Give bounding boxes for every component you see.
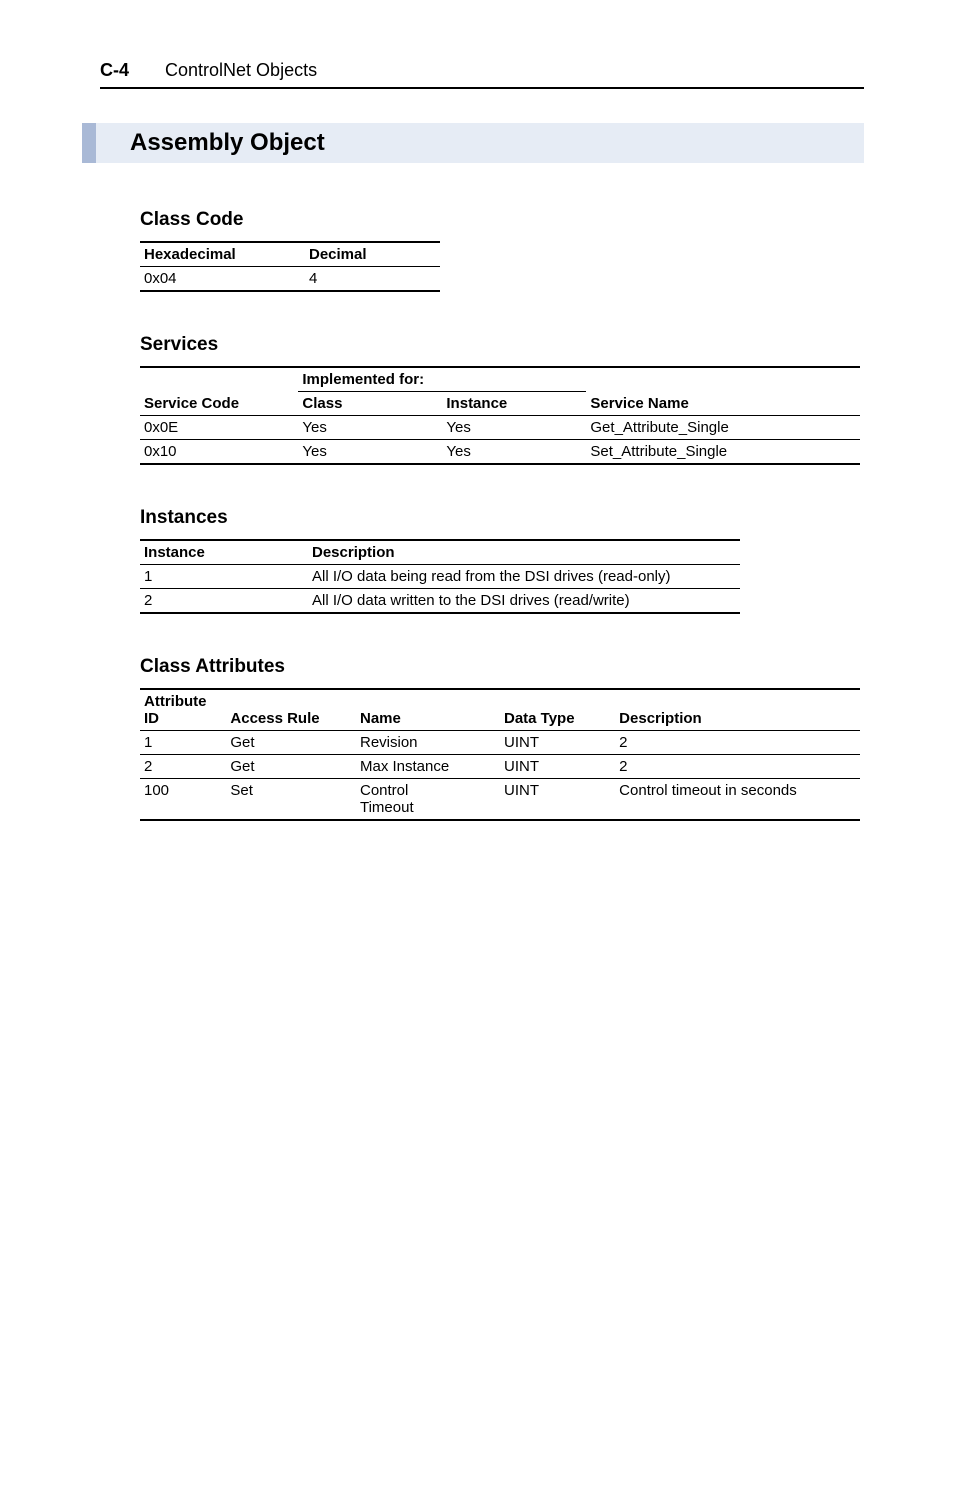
- cell: Control timeout in seconds: [615, 779, 860, 821]
- col-service-name: Service Name: [586, 392, 860, 416]
- col-dec: Decimal: [305, 242, 440, 267]
- cell: 0x0E: [140, 416, 298, 440]
- table-row: 2 All I/O data written to the DSI drives…: [140, 589, 740, 614]
- heading-class-attributes: Class Attributes: [140, 656, 864, 678]
- table-row: Attribute ID Access Rule Name Data Type …: [140, 689, 860, 731]
- col-class: Class: [298, 392, 442, 416]
- cell: All I/O data being read from the DSI dri…: [308, 565, 740, 589]
- cell: 4: [305, 267, 440, 292]
- col-data-type: Data Type: [500, 689, 615, 731]
- cell: Yes: [442, 440, 586, 465]
- cell: Set_Attribute_Single: [586, 440, 860, 465]
- table-row: Implemented for:: [140, 367, 860, 392]
- table-row: 0x10 Yes Yes Set_Attribute_Single: [140, 440, 860, 465]
- cell: Set: [226, 779, 356, 821]
- header-title: ControlNet Objects: [165, 60, 317, 81]
- col-description: Description: [308, 540, 740, 565]
- table-class-attributes: Attribute ID Access Rule Name Data Type …: [140, 688, 860, 821]
- table-row: 100 Set Control Timeout UINT Control tim…: [140, 779, 860, 821]
- cell: Yes: [298, 440, 442, 465]
- table-row: 2 Get Max Instance UINT 2: [140, 755, 860, 779]
- content: Class Code Hexadecimal Decimal 0x04 4 Se…: [140, 209, 864, 821]
- col-name: Name: [356, 689, 500, 731]
- heading-instances: Instances: [140, 507, 864, 529]
- cell: 0x10: [140, 440, 298, 465]
- cell: Yes: [442, 416, 586, 440]
- page-number: C-4: [100, 60, 129, 81]
- cell: UINT: [500, 779, 615, 821]
- table-row: Hexadecimal Decimal: [140, 242, 440, 267]
- cell-empty: [140, 367, 298, 392]
- table-row: Service Code Class Instance Service Name: [140, 392, 860, 416]
- cell: 0x04: [140, 267, 305, 292]
- page: C-4 ControlNet Objects Assembly Object C…: [0, 0, 954, 901]
- col-access-rule: Access Rule: [226, 689, 356, 731]
- col-attribute-id: Attribute ID: [140, 689, 226, 731]
- cell: 1: [140, 565, 308, 589]
- heading-services: Services: [140, 334, 864, 356]
- cell: Get_Attribute_Single: [586, 416, 860, 440]
- text: Control: [360, 782, 408, 799]
- col-description: Description: [615, 689, 860, 731]
- table-row: 0x04 4: [140, 267, 440, 292]
- table-class-code: Hexadecimal Decimal 0x04 4: [140, 241, 440, 292]
- section-title: Assembly Object: [82, 123, 864, 163]
- col-service-code: Service Code: [140, 392, 298, 416]
- cell: 2: [615, 755, 860, 779]
- cell: Get: [226, 755, 356, 779]
- cell: Revision: [356, 731, 500, 755]
- text: Timeout: [360, 799, 414, 816]
- cell: Max Instance: [356, 755, 500, 779]
- cell: 2: [140, 755, 226, 779]
- table-row: 1 Get Revision UINT 2: [140, 731, 860, 755]
- cell: 2: [140, 589, 308, 614]
- cell: All I/O data written to the DSI drives (…: [308, 589, 740, 614]
- table-row: Instance Description: [140, 540, 740, 565]
- text: ID: [144, 710, 159, 727]
- col-implemented: Implemented for:: [298, 367, 586, 392]
- cell: UINT: [500, 731, 615, 755]
- table-row: 1 All I/O data being read from the DSI d…: [140, 565, 740, 589]
- col-hex: Hexadecimal: [140, 242, 305, 267]
- cell: Get: [226, 731, 356, 755]
- table-row: 0x0E Yes Yes Get_Attribute_Single: [140, 416, 860, 440]
- text: Attribute: [144, 693, 207, 710]
- cell: 100: [140, 779, 226, 821]
- heading-class-code: Class Code: [140, 209, 864, 231]
- page-header: C-4 ControlNet Objects: [100, 60, 864, 89]
- cell: 2: [615, 731, 860, 755]
- table-services: Implemented for: Service Code Class Inst…: [140, 366, 860, 465]
- cell: UINT: [500, 755, 615, 779]
- cell: Control Timeout: [356, 779, 500, 821]
- cell: Yes: [298, 416, 442, 440]
- col-instance: Instance: [442, 392, 586, 416]
- cell-empty: [586, 367, 860, 392]
- col-instance: Instance: [140, 540, 308, 565]
- table-instances: Instance Description 1 All I/O data bein…: [140, 539, 740, 614]
- cell: 1: [140, 731, 226, 755]
